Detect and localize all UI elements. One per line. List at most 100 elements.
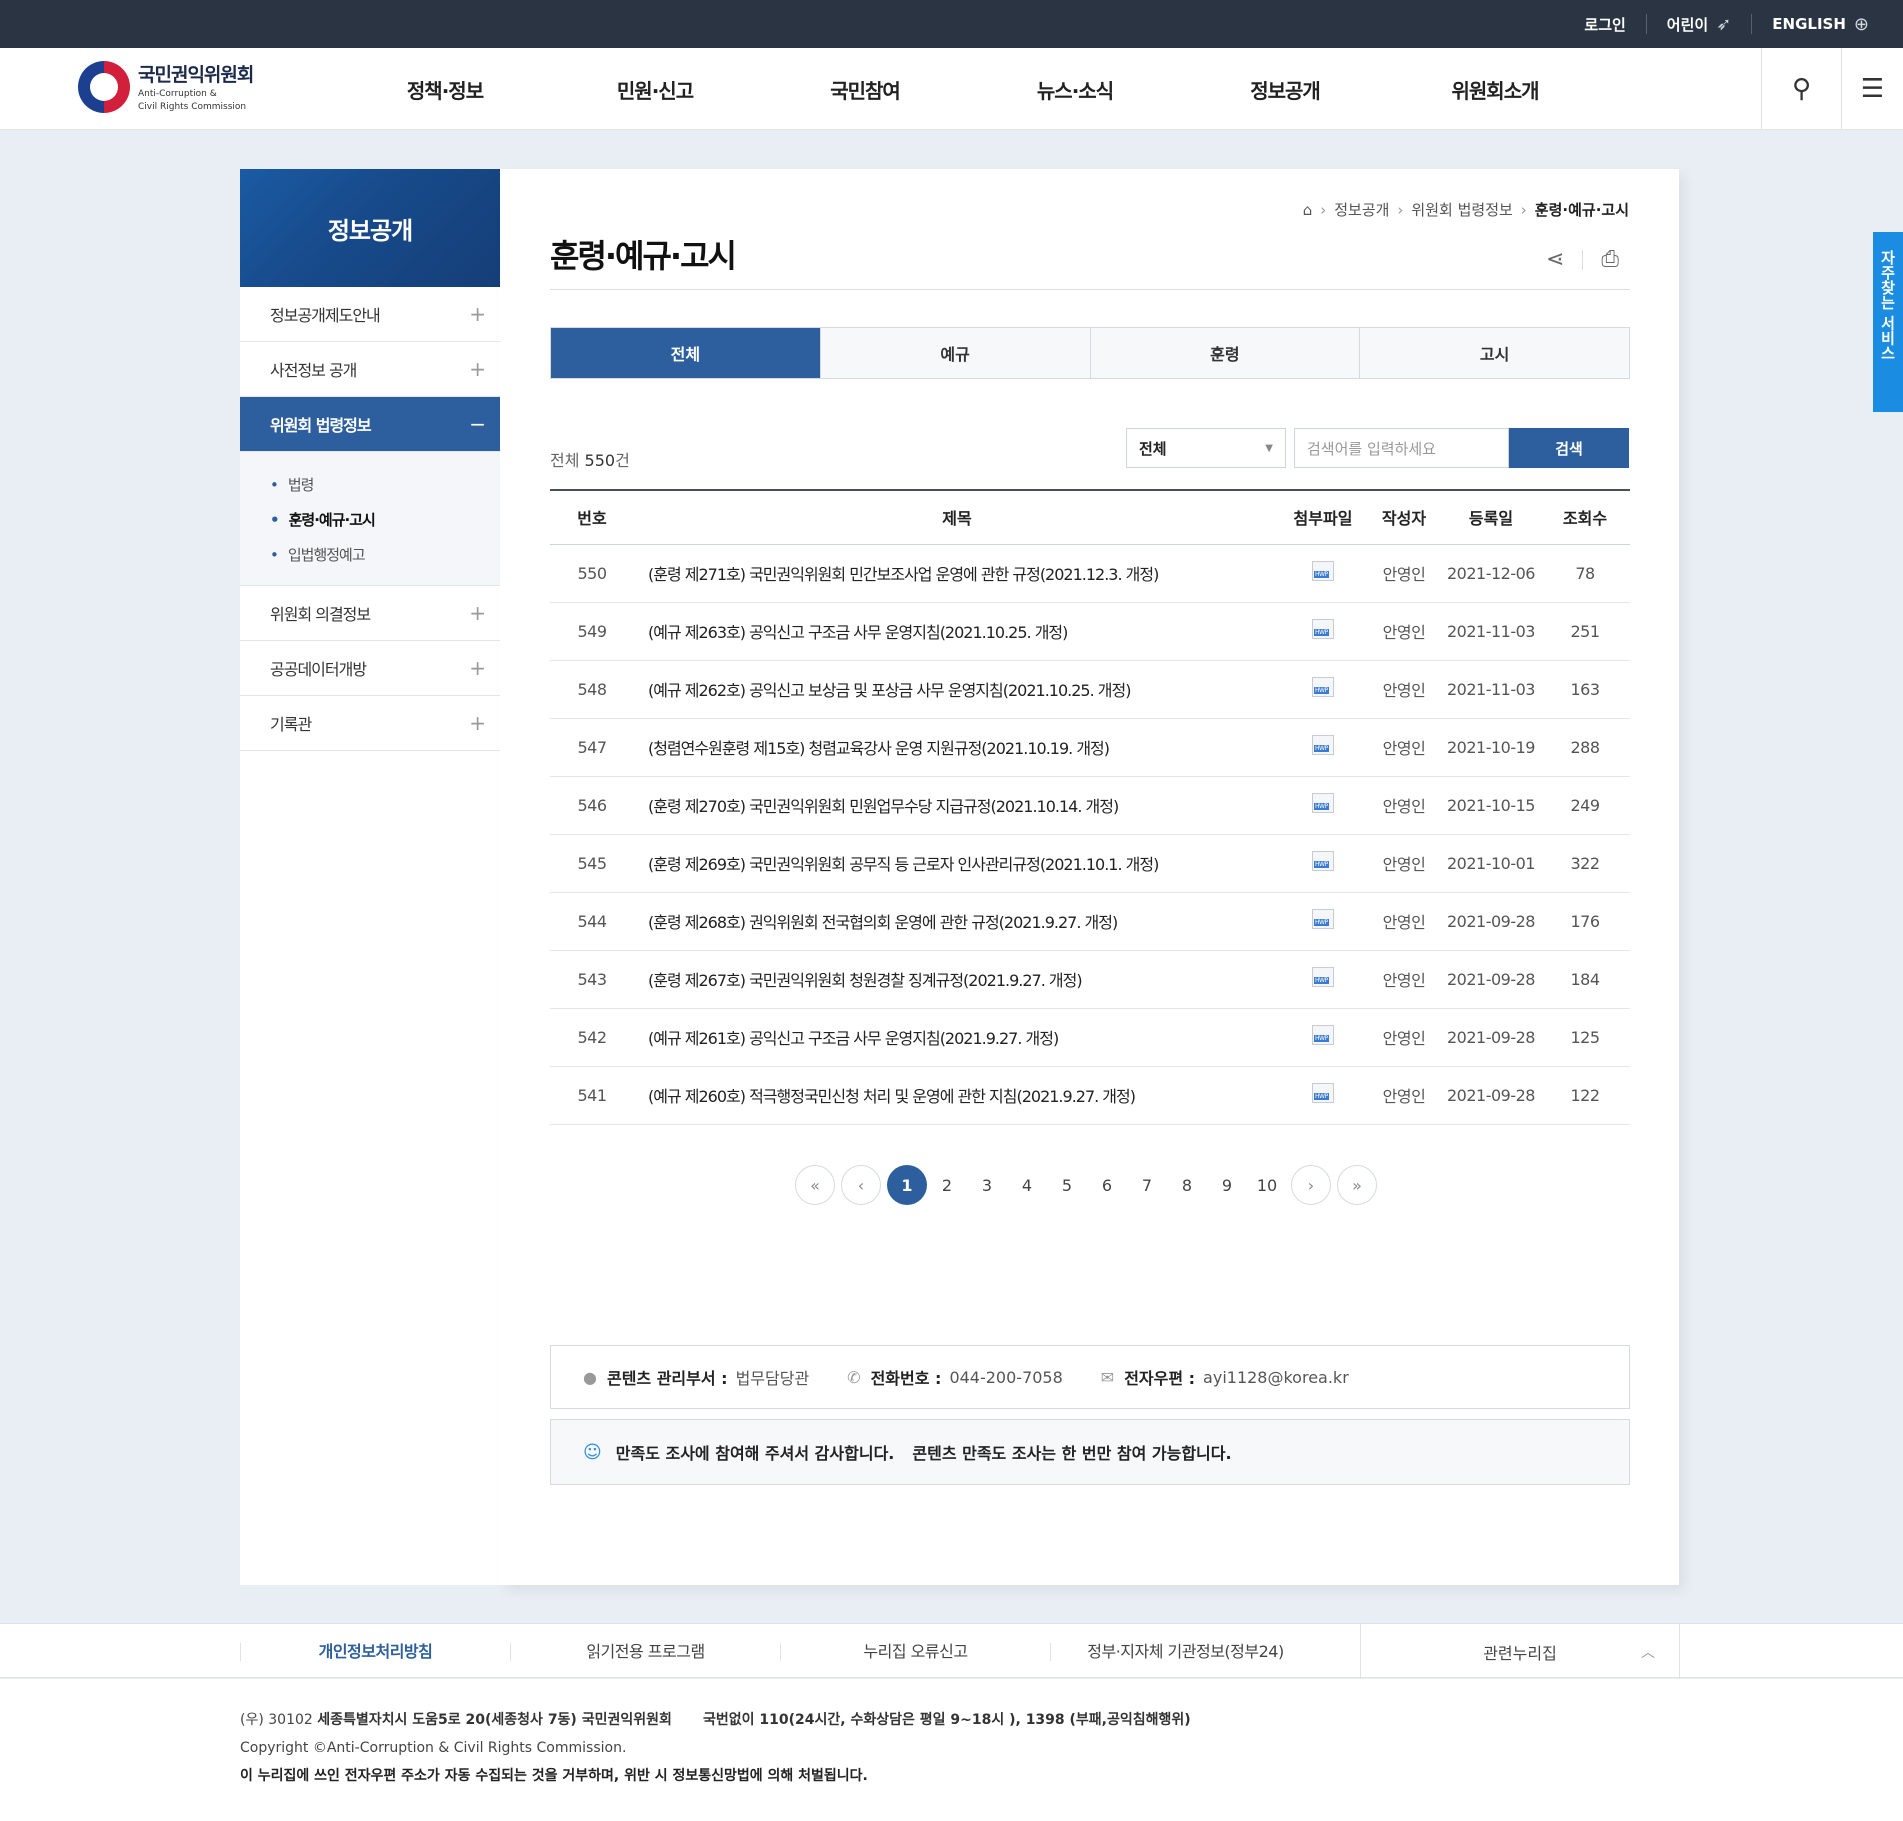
page-link[interactable]: 9	[1207, 1165, 1247, 1205]
footer-link-gov24[interactable]: 정부·지자체 기관정보(정부24)	[1050, 1642, 1320, 1661]
search-button[interactable]: ⚲	[1761, 48, 1841, 130]
english-link[interactable]: ENGLISH ⊕	[1751, 14, 1889, 35]
table-row[interactable]: 542 (예규 제261호) 공익신고 구조금 사무 운영지침(2021.9.27…	[550, 1008, 1630, 1067]
smile-icon: ☺	[583, 1441, 602, 1463]
table-row[interactable]: 543 (훈령 제267호) 국민권익위원회 청원경찰 징계규정(2021.9.2…	[550, 950, 1630, 1009]
gnb-about[interactable]: 위원회소개	[1390, 75, 1600, 104]
lnb-item-archive[interactable]: 기록관 +	[240, 696, 500, 751]
lnb-sub-law[interactable]: • 법령	[270, 468, 500, 503]
row-attachment[interactable]	[1280, 602, 1366, 661]
footer-link-privacy[interactable]: 개인정보처리방침	[240, 1642, 510, 1661]
hwp-file-icon[interactable]	[1312, 1025, 1334, 1045]
gnb-complaint[interactable]: 민원·신고	[550, 75, 760, 104]
footer-link-error-report[interactable]: 누리집 오류신고	[780, 1642, 1050, 1661]
table-row[interactable]: 545 (훈령 제269호) 국민권익위원회 공무직 등 근로자 인사관리규정(2…	[550, 834, 1630, 893]
row-attachment[interactable]	[1280, 950, 1366, 1009]
page-link[interactable]: 8	[1167, 1165, 1207, 1205]
tab-all[interactable]: 전체	[551, 328, 820, 378]
related-sites-select[interactable]: 관련누리집 ︿	[1360, 1624, 1680, 1679]
table-row[interactable]: 544 (훈령 제268호) 권익위원회 전국협의회 운영에 관한 규정(2021…	[550, 892, 1630, 951]
breadcrumb-item[interactable]: 정보공개	[1334, 199, 1389, 220]
print-icon[interactable]: ⎙	[1601, 247, 1619, 272]
breadcrumb-item[interactable]: 위원회 법령정보	[1411, 199, 1512, 220]
hwp-file-icon[interactable]	[1312, 1083, 1334, 1103]
row-title-link[interactable]: (훈령 제268호) 권익위원회 전국협의회 운영에 관한 규정(2021.9.…	[634, 892, 1280, 951]
row-title-link[interactable]: (예규 제263호) 공익신고 구조금 사무 운영지침(2021.10.25. …	[634, 602, 1280, 661]
page-link[interactable]: 6	[1087, 1165, 1127, 1205]
tab-notice[interactable]: 고시	[1359, 328, 1629, 378]
page-link[interactable]: 2	[927, 1165, 967, 1205]
search-input[interactable]: 검색어를 입력하세요	[1294, 428, 1509, 468]
gnb-policy[interactable]: 정책·정보	[340, 75, 550, 104]
row-title-link[interactable]: (예규 제261호) 공익신고 구조금 사무 운영지침(2021.9.27. 개…	[634, 1008, 1280, 1067]
gnb-participation[interactable]: 국민참여	[760, 75, 970, 104]
site-logo[interactable]: 국민권익위원회 Anti-Corruption & Civil Rights C…	[78, 60, 254, 113]
copyright: Copyright ©Anti-Corruption & Civil Right…	[240, 1740, 627, 1756]
next-page-button[interactable]: ›	[1291, 1165, 1331, 1205]
table-row[interactable]: 541 (예규 제260호) 적극행정국민신청 처리 및 운영에 관한 지침(20…	[550, 1066, 1630, 1125]
gnb-disclosure[interactable]: 정보공개	[1180, 75, 1390, 104]
login-link[interactable]: 로그인	[1564, 14, 1645, 34]
footer-link-viewer[interactable]: 읽기전용 프로그램	[510, 1642, 780, 1661]
last-page-button[interactable]: »	[1337, 1165, 1377, 1205]
home-icon[interactable]: ⌂	[1303, 201, 1313, 219]
gnb-news[interactable]: 뉴스·소식	[970, 75, 1180, 104]
row-writer: 안영인	[1366, 660, 1442, 719]
hwp-file-icon[interactable]	[1312, 561, 1334, 581]
table-row[interactable]: 550 (훈령 제271호) 국민권익위원회 민간보조사업 운영에 관한 규정(2…	[550, 544, 1630, 603]
hwp-file-icon[interactable]	[1312, 909, 1334, 929]
table-row[interactable]: 547 (청렴연수원훈령 제15호) 청렴교육강사 운영 지원규정(2021.10…	[550, 718, 1630, 777]
hwp-file-icon[interactable]	[1312, 677, 1334, 697]
search-submit-button[interactable]: 검색	[1509, 428, 1629, 468]
page-tools: ⋖ ⎙	[1546, 247, 1619, 272]
lnb-item-law-info[interactable]: 위원회 법령정보 −	[240, 397, 500, 452]
hwp-file-icon[interactable]	[1312, 735, 1334, 755]
page-link[interactable]: 5	[1047, 1165, 1087, 1205]
row-title-link[interactable]: (훈령 제267호) 국민권익위원회 청원경찰 징계규정(2021.9.27. …	[634, 950, 1280, 1009]
lnb-item-disclosure-guide[interactable]: 정보공개제도안내 +	[240, 287, 500, 342]
hwp-file-icon[interactable]	[1312, 967, 1334, 987]
row-attachment[interactable]	[1280, 544, 1366, 603]
row-title-link[interactable]: (훈령 제270호) 국민권익위원회 민원업무수당 지급규정(2021.10.1…	[634, 776, 1280, 835]
page-link[interactable]: 1	[887, 1165, 927, 1205]
page-link[interactable]: 7	[1127, 1165, 1167, 1205]
hwp-file-icon[interactable]	[1312, 793, 1334, 813]
row-title-link[interactable]: (예규 제260호) 적극행정국민신청 처리 및 운영에 관한 지침(2021.…	[634, 1066, 1280, 1125]
table-row[interactable]: 548 (예규 제262호) 공익신고 보상금 및 포상금 사무 운영지침(202…	[550, 660, 1630, 719]
row-attachment[interactable]	[1280, 776, 1366, 835]
lnb-sub-directive[interactable]: • 훈령·예규·고시	[270, 503, 500, 538]
page-link[interactable]: 4	[1007, 1165, 1047, 1205]
share-icon[interactable]: ⋖	[1546, 247, 1564, 272]
lnb-sub-legislation-notice[interactable]: • 입법행정예고	[270, 538, 500, 573]
hwp-file-icon[interactable]	[1312, 619, 1334, 639]
row-title-link[interactable]: (예규 제262호) 공익신고 보상금 및 포상금 사무 운영지침(2021.1…	[634, 660, 1280, 719]
quick-service-tab[interactable]: 자주찾는 서비스	[1873, 232, 1903, 412]
page-link[interactable]: 10	[1247, 1165, 1287, 1205]
lnb-item-resolution[interactable]: 위원회 의결정보 +	[240, 586, 500, 641]
row-attachment[interactable]	[1280, 660, 1366, 719]
row-attachment[interactable]	[1280, 834, 1366, 893]
kids-link[interactable]: 어린이 ➶	[1645, 14, 1752, 35]
search-type-select[interactable]: 전체 ▼	[1126, 428, 1286, 468]
row-attachment[interactable]	[1280, 1008, 1366, 1067]
all-menu-button[interactable]: ☰	[1841, 48, 1903, 130]
lnb-item-open-data[interactable]: 공공데이터개방 +	[240, 641, 500, 696]
page-link[interactable]: 3	[967, 1165, 1007, 1205]
row-title-link[interactable]: (훈령 제269호) 국민권익위원회 공무직 등 근로자 인사관리규정(2021…	[634, 834, 1280, 893]
tab-directive[interactable]: 훈령	[1089, 328, 1360, 378]
plus-icon: +	[469, 302, 486, 326]
row-attachment[interactable]	[1280, 718, 1366, 777]
chevron-left-icon: ‹	[857, 1175, 865, 1195]
table-row[interactable]: 549 (예규 제263호) 공익신고 구조금 사무 운영지침(2021.10.2…	[550, 602, 1630, 661]
row-title-link[interactable]: (훈령 제271호) 국민권익위원회 민간보조사업 운영에 관한 규정(2021…	[634, 544, 1280, 603]
row-views: 251	[1540, 602, 1630, 661]
tab-rule[interactable]: 예규	[819, 328, 1090, 378]
row-title-link[interactable]: (청렴연수원훈령 제15호) 청렴교육강사 운영 지원규정(2021.10.19…	[634, 718, 1280, 777]
prev-page-button[interactable]: ‹	[841, 1165, 881, 1205]
row-attachment[interactable]	[1280, 892, 1366, 951]
table-row[interactable]: 546 (훈령 제270호) 국민권익위원회 민원업무수당 지급규정(2021.1…	[550, 776, 1630, 835]
first-page-button[interactable]: «	[795, 1165, 835, 1205]
lnb-item-prior-disclosure[interactable]: 사전정보 공개 +	[240, 342, 500, 397]
hwp-file-icon[interactable]	[1312, 851, 1334, 871]
row-attachment[interactable]	[1280, 1066, 1366, 1125]
